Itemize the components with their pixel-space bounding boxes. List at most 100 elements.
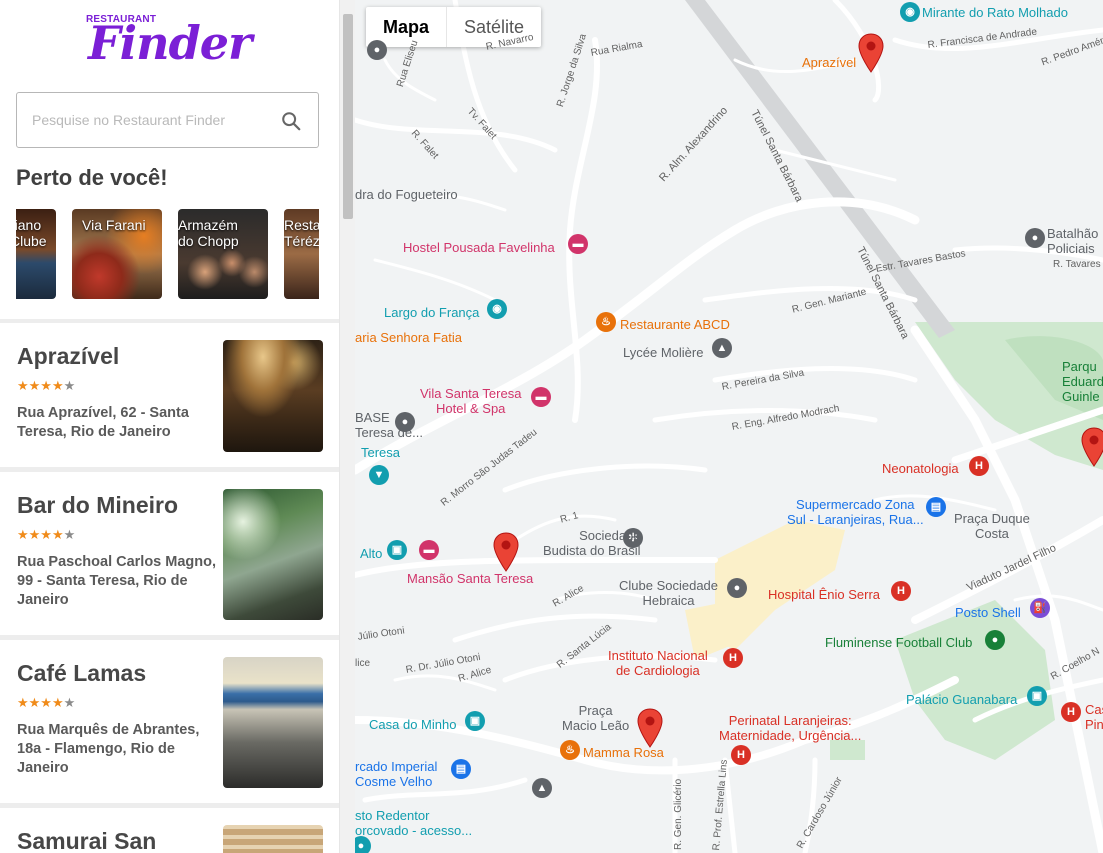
poi-label[interactable]: Alto	[360, 546, 382, 561]
search-input[interactable]	[17, 93, 272, 147]
poi-label[interactable]: Hospital Ênio Serra	[768, 587, 880, 602]
poi-label[interactable]: dra do Fogueteiro	[355, 187, 458, 202]
nearby-item[interactable]: riano Clube	[16, 209, 56, 299]
restaurant-photo	[223, 489, 323, 620]
shopping-icon[interactable]: ▤	[926, 497, 946, 517]
poi-label[interactable]: Cas Pin	[1085, 702, 1103, 732]
poi-label[interactable]: Largo do França	[384, 305, 479, 320]
poi-label[interactable]: Clube Sociedade Hebraica	[619, 578, 718, 608]
map-pin-icon[interactable]	[637, 708, 663, 748]
camera-icon[interactable]: ◉	[900, 2, 920, 22]
poi-label[interactable]: Supermercado Zona Sul - Laranjeiras, Rua…	[787, 497, 924, 527]
school-icon[interactable]: ▲	[712, 338, 732, 358]
sidebar: RESTAURANT Finder Perto de você! riano C…	[0, 0, 339, 853]
restaurant-address: Rua Paschoal Carlos Magno, 99 - Santa Te…	[17, 554, 217, 608]
map-pin-icon[interactable]	[858, 33, 884, 73]
poi-label[interactable]: aria Senhora Fatia	[355, 330, 462, 345]
sidebar-scrollbar[interactable]	[339, 0, 355, 853]
app-root: RESTAURANT Finder Perto de você! riano C…	[0, 0, 1103, 853]
hospital-icon[interactable]: H	[891, 581, 911, 601]
poi-icon[interactable]: ▣	[387, 540, 407, 560]
restaurant-card[interactable]: Bar do Mineiro ★★★★★ Rua Paschoal Carlos…	[0, 472, 339, 635]
restaurant-name: Samurai San	[17, 828, 157, 853]
nearby-item[interactable]: Via Farani	[72, 209, 162, 299]
street-label: lice	[355, 658, 371, 669]
poi-icon[interactable]: ●	[367, 40, 387, 60]
restaurant-address: Rua Aprazível, 62 - Santa Teresa, Rio de…	[17, 405, 189, 440]
restaurant-photo	[223, 657, 323, 788]
poi-label[interactable]: Instituto Nacional de Cardiologia	[608, 648, 708, 678]
search-icon[interactable]	[280, 110, 302, 132]
poi-label[interactable]: Palácio Guanabara	[906, 692, 1017, 707]
nearby-item-label: Armazém do Chopp	[178, 217, 239, 249]
poi-label[interactable]: Posto Shell	[955, 605, 1021, 620]
poi-label[interactable]: Praça Macio Leão	[562, 703, 629, 733]
poi-icon[interactable]: ▼	[369, 465, 389, 485]
hotel-icon[interactable]: ▬	[531, 387, 551, 407]
poi-label[interactable]: Mansão Santa Teresa	[407, 571, 533, 586]
scrollbar-thumb[interactable]	[343, 14, 353, 219]
poi-label[interactable]: Mirante do Rato Molhado	[922, 5, 1068, 20]
hospital-icon[interactable]: H	[731, 745, 751, 765]
hospital-icon[interactable]: H	[1061, 702, 1081, 722]
poi-label[interactable]: Vila Santa Teresa Hotel & Spa	[420, 386, 521, 416]
poi-label[interactable]: rcado Imperial Cosme Velho	[355, 759, 437, 789]
map-pin-icon[interactable]	[1081, 427, 1103, 467]
gas-station-icon[interactable]: ⛽	[1030, 598, 1050, 618]
restaurant-card[interactable]: Café Lamas ★★★★★ Rua Marquês de Abrantes…	[0, 640, 339, 803]
poi-label[interactable]: Parqu Eduard Guinle	[1062, 359, 1103, 404]
restaurant-name: Café Lamas	[17, 660, 147, 686]
hotel-icon[interactable]: ▬	[568, 234, 588, 254]
restaurant-icon[interactable]: ♨	[596, 312, 616, 332]
poi-label[interactable]: Hostel Pousada Favelinha	[403, 240, 555, 255]
hospital-icon[interactable]: H	[969, 456, 989, 476]
restaurant-card[interactable]: Samurai San	[0, 808, 339, 853]
poi-label[interactable]: Neonatologia	[882, 461, 959, 476]
restaurant-card[interactable]: Aprazível ★★★★★ Rua Aprazível, 62 - Sant…	[0, 323, 339, 467]
nearby-carousel[interactable]: riano Clube Via Farani Armazém do Chopp …	[16, 209, 319, 299]
poi-label[interactable]: Restaurante ABCD	[620, 317, 730, 332]
nearby-item[interactable]: Resta Téréz	[284, 209, 319, 299]
restaurant-address: Rua Marquês de Abrantes, 18a - Flamengo,…	[17, 722, 200, 776]
rating-stars: ★★★★★	[17, 695, 76, 710]
poi-label[interactable]: Perinatal Laranjeiras: Maternidade, Urgê…	[719, 713, 861, 743]
poi-label[interactable]: Lycée Molière	[623, 345, 703, 360]
poi-label[interactable]: Teresa	[361, 445, 400, 460]
poi-label[interactable]: Batalhão Policiais	[1047, 226, 1098, 256]
hotel-icon[interactable]: ▬	[419, 540, 439, 560]
poi-icon[interactable]: ▣	[1027, 686, 1047, 706]
poi-label[interactable]: BASE Teresa de...	[355, 410, 423, 440]
rating-stars: ★★★★★	[17, 378, 76, 393]
restaurant-icon[interactable]: ♨	[560, 740, 580, 760]
poi-icon[interactable]: ●	[727, 578, 747, 598]
nearby-title: Perto de você!	[16, 165, 168, 190]
rating-stars: ★★★★★	[17, 527, 76, 542]
poi-label[interactable]: sto Redentor orcovado - acesso...	[355, 808, 472, 838]
poi-icon[interactable]: ●	[985, 630, 1005, 650]
map-pin-icon[interactable]	[493, 532, 519, 572]
poi-icon[interactable]: ▣	[465, 711, 485, 731]
nearby-item-label: Via Farani	[82, 217, 146, 233]
restaurant-photo	[223, 825, 323, 853]
hospital-icon[interactable]: H	[723, 648, 743, 668]
poi-label[interactable]: Casa do Minho	[369, 717, 456, 732]
nearby-item-label: Resta Téréz	[284, 217, 319, 249]
poi-label[interactable]: Sociedade Budista do Brasil	[543, 528, 641, 558]
map[interactable]: Mapa Satélite R. Navarro Rua Rialma R. J…	[355, 0, 1103, 853]
restaurant-name: Aprazível	[17, 343, 120, 369]
poi-icon[interactable]: ●	[1025, 228, 1045, 248]
logo[interactable]: RESTAURANT Finder	[86, 12, 256, 82]
restaurant-name: Bar do Mineiro	[17, 492, 179, 518]
sidebar-header: RESTAURANT Finder Perto de você! riano C…	[0, 0, 339, 319]
shopping-icon[interactable]: ▤	[451, 759, 471, 779]
poi-icon[interactable]: ●	[355, 836, 371, 853]
poi-label[interactable]: Fluminense Football Club	[825, 635, 972, 650]
street-label: R. Tavares B	[1053, 259, 1103, 270]
poi-label[interactable]: Aprazível	[802, 55, 856, 70]
school-icon[interactable]: ▲	[532, 778, 552, 798]
logo-big-text: Finder	[88, 16, 252, 70]
nearby-item-label: riano Clube	[16, 217, 47, 249]
camera-icon[interactable]: ◉	[487, 299, 507, 319]
poi-label[interactable]: Praça Duque Costa	[954, 511, 1030, 541]
nearby-item[interactable]: Armazém do Chopp	[178, 209, 268, 299]
